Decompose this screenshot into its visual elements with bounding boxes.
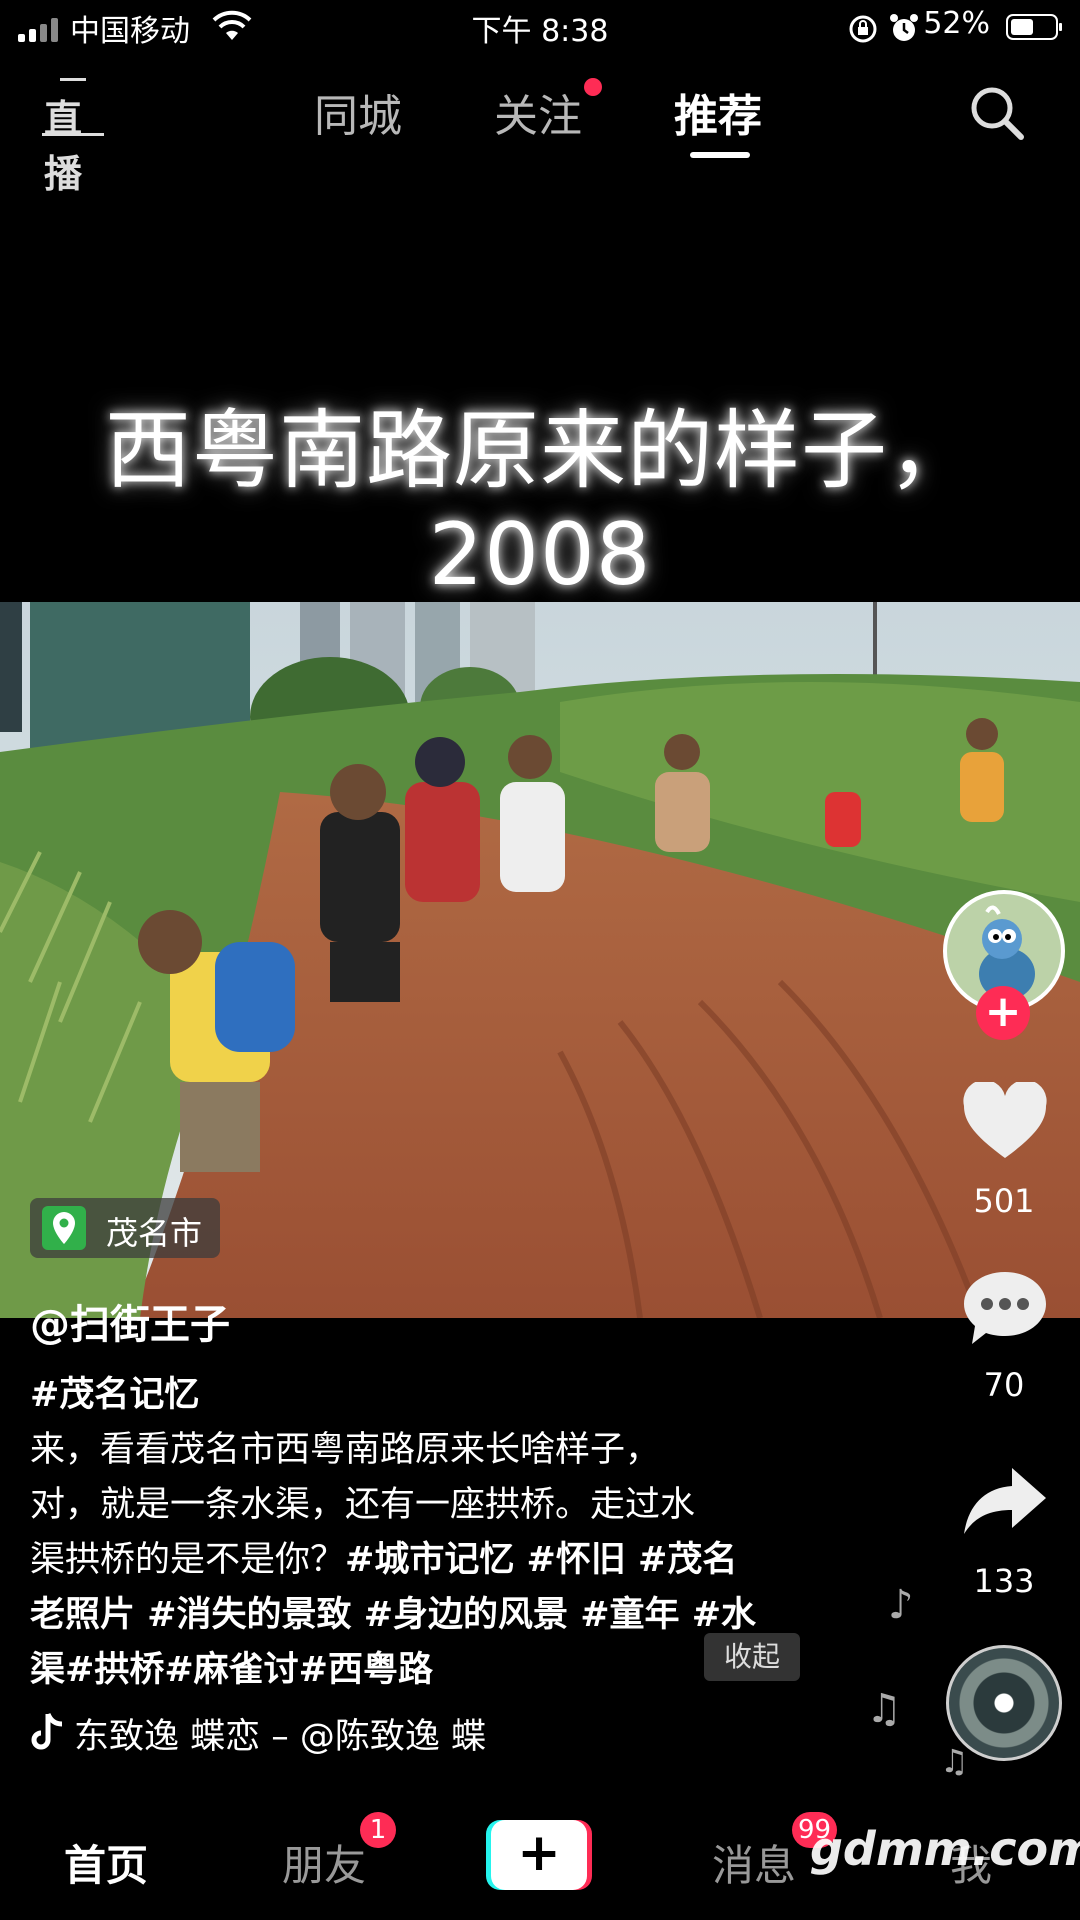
music-disc[interactable] [946,1645,1062,1761]
location-tag[interactable]: 茂名市 [30,1198,220,1258]
hashtags[interactable]: #城市记忆 #怀旧 #茂名 [345,1540,737,1580]
comment-icon[interactable] [962,1268,1048,1350]
notification-dot [584,78,602,96]
share-count: 133 [973,1562,1035,1600]
video-description: #茂名记忆 来，看看茂名市西粤南路原来长啥样子， 对，就是一条水渠，还有一座拱桥… [30,1368,810,1698]
tab-nearby[interactable]: 同城 [314,80,402,144]
live-button[interactable]: 直播 [42,78,104,196]
music-ticker[interactable]: 东致逸 蝶恋 – @陈致逸 蝶 [74,1708,486,1759]
tab-messages[interactable]: 消息 [712,1832,796,1893]
search-icon[interactable] [968,84,1026,142]
tab-friends[interactable]: 朋友 [282,1832,366,1893]
follow-button[interactable]: + [976,986,1030,1040]
watermark: gdmm.com [810,1822,1080,1876]
music-note-icon: ♫ [866,1686,902,1732]
comment-count: 70 [983,1366,1025,1404]
video-caption: 西粤南路原来的样子，2008 [105,401,975,605]
hashtags[interactable]: 渠#拱桥#麻雀讨#西粤路 [30,1643,810,1698]
status-bar: 中国移动 下午 8:38 52% [0,0,1080,60]
share-icon[interactable] [962,1464,1048,1536]
music-note-icon: ♪ [888,1582,914,1628]
like-count: 501 [973,1182,1035,1220]
battery-percent: 52% [923,6,990,41]
active-tab-indicator [690,152,750,158]
description-text: 来，看看茂名市西粤南路原来长啥样子， [30,1430,661,1470]
tab-home[interactable]: 首页 [64,1832,148,1893]
tab-recommended[interactable]: 推荐 [674,80,762,144]
alarm-icon [890,14,918,41]
create-button[interactable]: + [486,1820,592,1890]
hashtags[interactable]: 老照片 #消失的景致 #身边的风景 #童年 #水 [30,1588,810,1643]
location-label: 茂名市 [106,1214,203,1252]
location-pin-icon [42,1206,86,1250]
description-text: 对，就是一条水渠，还有一座拱桥。走过水 [30,1485,696,1525]
tab-following[interactable]: 关注 [494,80,582,144]
hashtag[interactable]: #茂名记忆 [30,1368,810,1423]
author-name[interactable]: @扫街王子 [30,1292,230,1350]
battery-icon [1006,14,1062,40]
music-note-icon: ♫ [940,1742,969,1780]
friends-badge: 1 [360,1812,396,1848]
description-text: 渠拱桥的是不是你？ [30,1540,346,1580]
live-label: 直播 [44,97,82,196]
collapse-button[interactable]: 收起 [704,1633,800,1681]
tiktok-note-icon [31,1712,63,1750]
plus-icon: + [491,1820,587,1890]
heart-icon[interactable] [962,1082,1048,1162]
rotation-lock-icon [849,15,877,43]
